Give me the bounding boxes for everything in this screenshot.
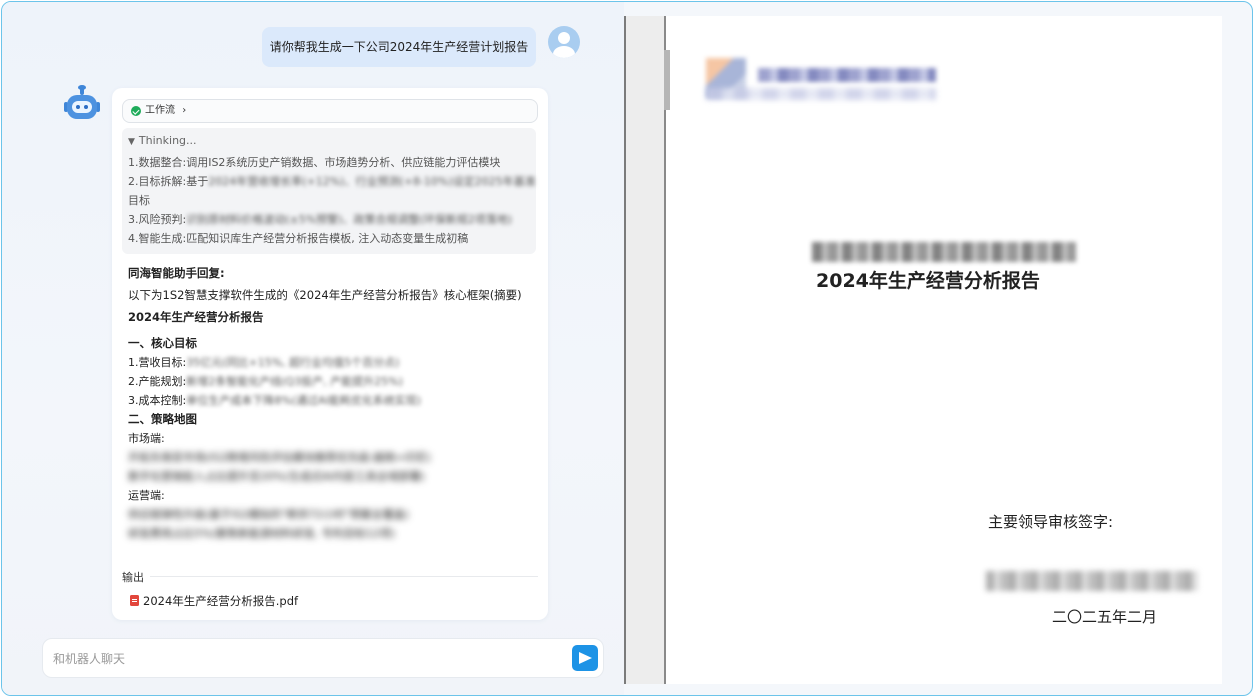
workflow-label: 工作流 bbox=[145, 105, 175, 116]
report-title: 2024年生产经营分析报告 bbox=[128, 310, 264, 324]
reply-title: 同海智能助手回复: bbox=[128, 266, 225, 280]
robot-avatar-icon bbox=[64, 85, 100, 122]
signature-redacted bbox=[986, 571, 1198, 591]
triangle-down-icon: ▼ bbox=[128, 137, 135, 147]
thinking-line-3: 3.风险预判:识别原材料价格波动(±5%预警)、政策合规调整(环保新规2项落地) bbox=[128, 211, 512, 227]
goal-capacity-blurred: 新增2条智能化产线(Q3投产, 产能提升25%) bbox=[186, 375, 403, 388]
goal-revenue-prefix: 1.营收目标: bbox=[128, 356, 187, 369]
goal-capacity-prefix: 2.产能规划: bbox=[128, 375, 187, 388]
goal-cost-prefix: 3.成本控制: bbox=[128, 394, 187, 407]
ops-line-2: 研发费用占比5%(聚焦新能源材料研发, 专利目标12项) bbox=[128, 527, 396, 540]
check-circle-icon bbox=[131, 106, 141, 116]
chevron-right-icon: › bbox=[182, 105, 187, 116]
thinking-line-2: 2.目标拆解:基于2024年营收增长率(+12%)、行业预测(+8-10%)设定… bbox=[128, 173, 536, 189]
ops-line-1: 供应链弹性升级(基于IS2模拟的"断供72小时"预案全覆盖) bbox=[128, 508, 409, 521]
send-icon bbox=[579, 652, 592, 664]
goal-capacity: 2.产能规划:新增2条智能化产线(Q3投产, 产能提升25%) bbox=[128, 373, 403, 389]
thinking-line-4: 4.智能生成:匹配知识库生产经营分析报告模板, 注入动态变量生成初稿 bbox=[128, 232, 469, 245]
chat-input-box bbox=[42, 638, 604, 678]
document-scrollbar[interactable] bbox=[664, 50, 670, 110]
market-line-2: 数字化营销投入占比提升至20%(生成式AI内容工具全域部署) bbox=[128, 470, 425, 483]
market-label: 市场端: bbox=[128, 432, 165, 445]
output-divider bbox=[122, 576, 538, 577]
output-label: 输出 bbox=[122, 569, 150, 585]
thinking-line-3-blurred: 识别原材料价格波动(±5%预警)、政策合规调整(环保新规2项落地) bbox=[186, 213, 513, 226]
pdf-file-icon bbox=[130, 595, 139, 606]
goal-revenue: 1.营收目标:35亿元(同比+15%, 超行业均值5个百分点) bbox=[128, 354, 399, 370]
thinking-line-1: 1.数据整合:调用IS2系统历史产销数据、市场趋势分析、供应链能力评估模块 bbox=[128, 156, 501, 169]
output-file-link[interactable]: 2024年生产经营分析报告.pdf bbox=[130, 593, 298, 609]
ops-label: 运营端: bbox=[128, 489, 165, 502]
market-line-1: 开拓东南亚市场(IS2跨境风险评估模块推荐优先级:越南>印尼) bbox=[128, 451, 431, 464]
thinking-header: Thinking... bbox=[138, 134, 197, 147]
user-avatar-icon bbox=[548, 26, 580, 58]
section-core-goals: 一、核心目标 bbox=[128, 336, 197, 350]
chat-pane: 请你帮我生成一下公司2024年生产经营计划报告 工作流 › ▼ Thinking.… bbox=[2, 2, 624, 695]
chat-input[interactable] bbox=[53, 649, 553, 669]
signature-label: 主要领导审核签字: bbox=[988, 513, 1114, 531]
send-button[interactable] bbox=[572, 645, 598, 671]
reply-intro: 以下为1S2智慧支撑软件生成的《2024年生产经营分析报告》核心框架(摘要) bbox=[128, 288, 522, 302]
company-name-redacted bbox=[758, 68, 936, 82]
thinking-line-2-blurred: 2024年营收增长率(+12%)、行业预测(+8-10%)设定2025年基准 bbox=[208, 175, 536, 188]
app-window: 请你帮我生成一下公司2024年生产经营计划报告 工作流 › ▼ Thinking.… bbox=[1, 1, 1253, 696]
goal-revenue-blurred: 35亿元(同比+15%, 超行业均值5个百分点) bbox=[186, 356, 400, 369]
goal-cost-blurred: 单位生产成本下降8%(通过AI能耗优化系统实现) bbox=[186, 394, 422, 407]
workflow-toggle[interactable]: 工作流 › bbox=[122, 99, 538, 123]
thinking-toggle[interactable]: ▼ Thinking... bbox=[128, 134, 197, 147]
thinking-panel: ▼ Thinking... 1.数据整合:调用IS2系统历史产销数据、市场趋势分析… bbox=[122, 128, 536, 254]
output-file-name: 2024年生产经营分析报告.pdf bbox=[143, 594, 299, 608]
bot-reply-card: 工作流 › ▼ Thinking... 1.数据整合:调用IS2系统历史产销数据、… bbox=[112, 88, 548, 620]
document-title: 2024年生产经营分析报告 bbox=[816, 270, 1040, 292]
goal-cost: 3.成本控制:单位生产成本下降8%(通过AI能耗优化系统实现) bbox=[128, 392, 421, 408]
thinking-line-3-prefix: 3.风险预判: bbox=[128, 213, 187, 226]
company-subtitle-redacted bbox=[706, 88, 936, 100]
thinking-line-2-prefix: 2.目标拆解:基于 bbox=[128, 175, 209, 188]
thinking-line-2-cont: 目标 bbox=[128, 194, 150, 207]
user-message: 请你帮我生成一下公司2024年生产经营计划报告 bbox=[262, 27, 536, 67]
section-strategy-map: 二、策略地图 bbox=[128, 412, 197, 426]
document-company-redacted bbox=[812, 242, 1076, 262]
document-date: 二〇二五年二月 bbox=[1052, 608, 1158, 626]
